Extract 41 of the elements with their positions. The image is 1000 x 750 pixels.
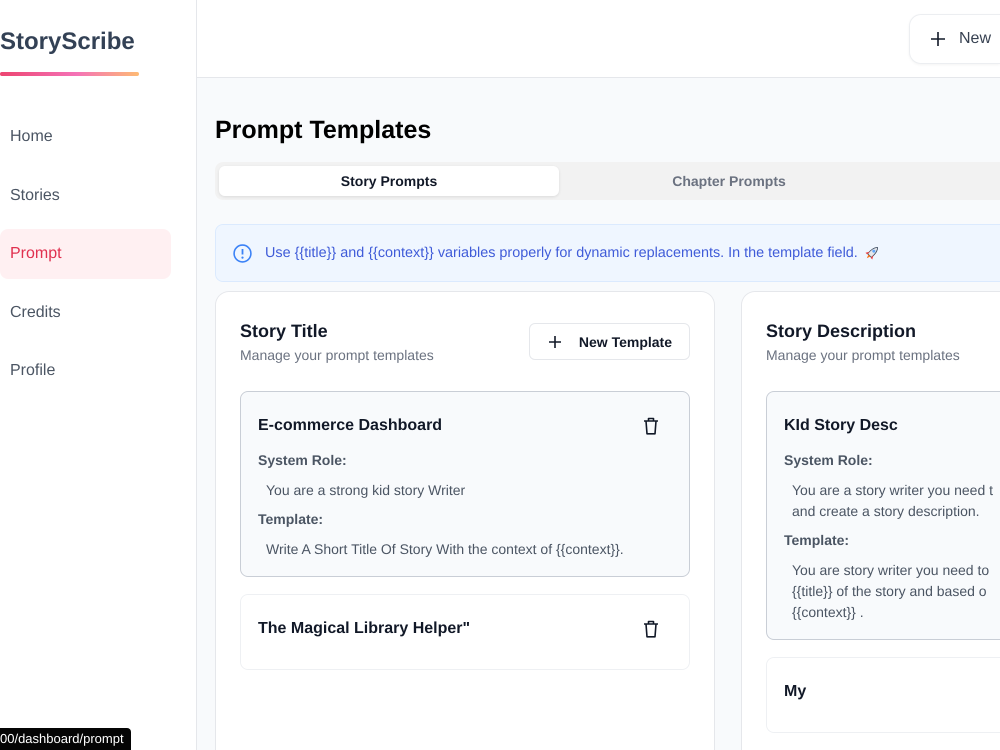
nav-item[interactable]: Home — [0, 112, 171, 162]
field-label: System Role: — [784, 451, 873, 470]
template-text: Write A Short Title Of Story With the context of {{context}}. — [265, 540, 624, 559]
nav-item[interactable]: Stories — [0, 170, 171, 220]
template-name: My — [784, 682, 806, 702]
alert-text: Use {{title}} and {{context}} variables properly for dynamic replacements. In the template field. — [265, 245, 858, 261]
plus-icon — [548, 334, 562, 348]
nav-item[interactable]: Profile — [0, 346, 171, 396]
card-title: Story Description — [766, 320, 918, 343]
info-icon — [233, 244, 252, 262]
system-role-text: You are a story writer you need t and create a story description. — [791, 481, 994, 521]
template-name: The Magical Library Helper" — [258, 619, 470, 639]
tab[interactable]: Chapter Prompts — [559, 166, 899, 196]
field-label: Template: — [784, 531, 850, 550]
card-subtitle: Manage your prompt templates — [766, 346, 960, 365]
status-url: 00/dashboard/prompt — [0, 728, 131, 750]
template-name: E-commerce Dashboard — [258, 416, 442, 436]
new-button[interactable]: New — [909, 14, 1000, 64]
trash-icon — [643, 620, 659, 638]
template-name: KId Story Desc — [784, 416, 898, 436]
field-label: System Role: — [258, 451, 347, 470]
template-text: You are story writer you need to {{title}} of the story and based o {{context}} . — [791, 561, 990, 622]
app-logo[interactable]: StoryScribe — [0, 27, 135, 57]
template-item[interactable]: KId Story Desc System Role: You are a story writer you need t and create a story description. Template: You are story writer you need to {{title}} of the story and based o {{context}} . — [766, 391, 1000, 640]
template-item[interactable]: My — [766, 657, 1000, 733]
card-title: Story Title — [240, 320, 329, 343]
card-subtitle: Manage your prompt templates — [240, 346, 434, 365]
plus-icon — [930, 30, 946, 46]
field-label: Template: — [258, 510, 324, 529]
delete-button[interactable] — [643, 417, 659, 435]
system-role-text: You are a strong kid story Writer — [265, 481, 466, 500]
nav-item[interactable]: Prompt — [0, 229, 171, 279]
trash-icon — [643, 417, 659, 435]
new-template-button[interactable]: New Template — [528, 323, 690, 360]
tab[interactable]: Story Prompts — [219, 166, 559, 196]
page-title: Prompt Templates — [215, 115, 432, 146]
rocket-icon — [862, 244, 881, 262]
template-item[interactable]: E-commerce Dashboard System Role: You are a strong kid story Writer Template: Write A Short Title Of Story With the context of {{context}}. — [240, 391, 690, 577]
nav-item[interactable]: Credits — [0, 288, 171, 338]
delete-button[interactable] — [643, 620, 659, 638]
template-item[interactable]: The Magical Library Helper" — [240, 594, 690, 670]
